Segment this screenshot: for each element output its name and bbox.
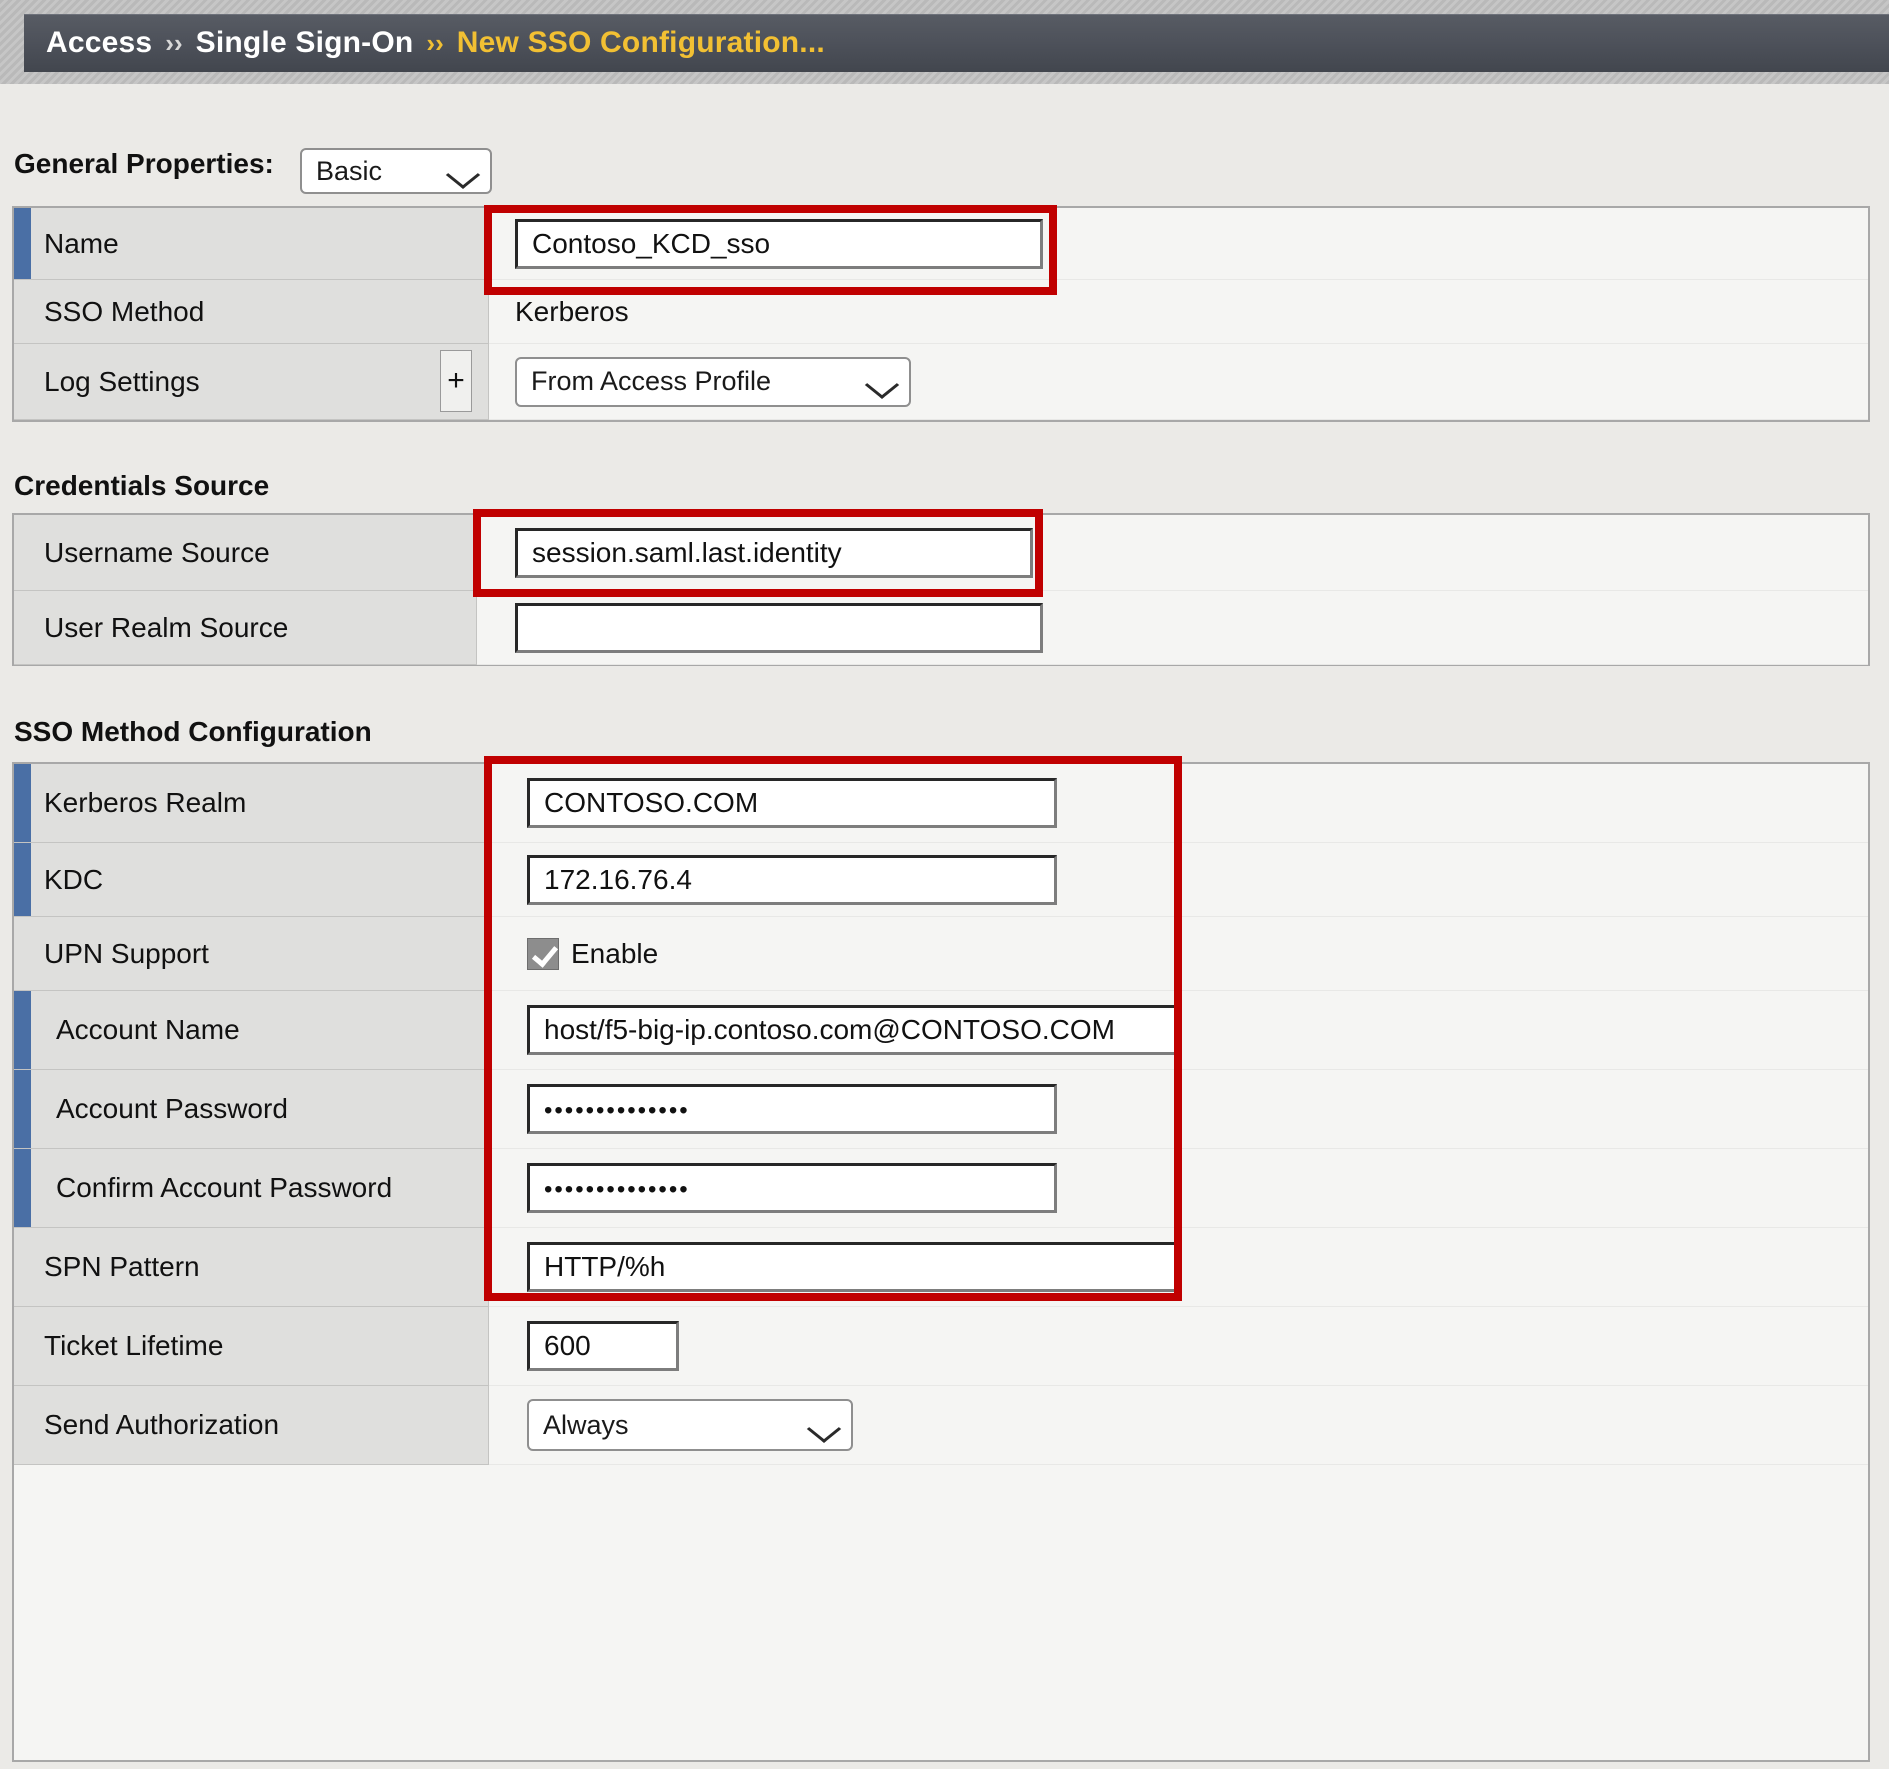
label-cell-account-name: Account Name xyxy=(14,991,489,1070)
value-cell-kerberos-realm: CONTOSO.COM xyxy=(489,764,1868,843)
sso-method-configuration-heading: SSO Method Configuration xyxy=(14,716,372,748)
label-cell-sso-method: SSO Method xyxy=(14,280,489,344)
label-cell-send-authorization: Send Authorization xyxy=(14,1386,489,1465)
breadcrumb-separator-1: ›› xyxy=(165,27,183,58)
confirm-account-password-label: Confirm Account Password xyxy=(56,1172,393,1203)
log-settings-select[interactable]: From Access Profile xyxy=(515,356,911,407)
table-row-sso-method: SSO Method Kerberos xyxy=(14,280,1868,344)
table-row-log-settings: Log Settings + From Access Profile xyxy=(14,344,1868,420)
value-cell-spn-pattern: HTTP/%h xyxy=(489,1228,1868,1307)
general-properties-view-value: Basic xyxy=(316,155,383,186)
breadcrumb-separator-2: ›› xyxy=(426,27,444,58)
table-row-user-realm-source: User Realm Source xyxy=(14,591,1868,665)
sso-method-label: SSO Method xyxy=(44,295,205,327)
value-cell-name: Contoso_KCD_sso xyxy=(489,208,1868,280)
value-cell-user-realm-source xyxy=(477,591,1868,665)
value-cell-account-password: •••••••••••••• xyxy=(489,1070,1868,1149)
table-row-upn-support: UPN Support Enable xyxy=(14,917,1868,991)
titlebar-background: Access ›› Single Sign-On ›› New SSO Conf… xyxy=(0,0,1889,84)
credentials-source-label: Credentials Source xyxy=(14,470,270,501)
breadcrumb-item-access[interactable]: Access xyxy=(46,26,152,60)
value-cell-send-authorization: Always xyxy=(489,1386,1868,1465)
general-properties-table: Name Contoso_KCD_sso SSO Method Kerberos… xyxy=(12,206,1870,422)
breadcrumb-item-new-sso-configuration: New SSO Configuration... xyxy=(456,26,825,59)
name-input[interactable]: Contoso_KCD_sso xyxy=(515,218,1043,269)
label-cell-user-realm-source: User Realm Source xyxy=(14,591,477,665)
account-password-label: Account Password xyxy=(56,1093,288,1124)
kdc-input[interactable]: 172.16.76.4 xyxy=(527,854,1057,905)
chevron-down-icon xyxy=(450,164,476,179)
general-properties-heading: General Properties: xyxy=(14,148,274,180)
general-properties-view-select[interactable]: Basic xyxy=(300,148,492,194)
breadcrumb-item-single-sign-on[interactable]: Single Sign-On xyxy=(196,26,414,60)
spn-pattern-input[interactable]: HTTP/%h xyxy=(527,1242,1179,1292)
confirm-account-password-input[interactable]: •••••••••••••• xyxy=(527,1163,1057,1213)
table-row-kerberos-realm: Kerberos Realm CONTOSO.COM xyxy=(14,764,1868,843)
label-cell-log-settings: Log Settings + xyxy=(14,344,489,420)
user-realm-source-label: User Realm Source xyxy=(44,611,289,643)
table-row-spn-pattern: SPN Pattern HTTP/%h xyxy=(14,1228,1868,1307)
upn-support-enable-label: Enable xyxy=(571,937,659,969)
send-authorization-select[interactable]: Always xyxy=(527,1399,853,1451)
table-row-username-source: Username Source session.saml.last.identi… xyxy=(14,515,1868,591)
label-cell-ticket-lifetime: Ticket Lifetime xyxy=(14,1307,489,1386)
label-cell-username-source: Username Source xyxy=(14,515,477,591)
username-source-input[interactable]: session.saml.last.identity xyxy=(515,527,1033,578)
chevron-down-icon xyxy=(869,374,895,389)
breadcrumb: Access ›› Single Sign-On ›› New SSO Conf… xyxy=(24,14,1889,72)
username-source-label: Username Source xyxy=(44,536,270,568)
value-cell-username-source: session.saml.last.identity xyxy=(477,515,1868,591)
credentials-source-table: Username Source session.saml.last.identi… xyxy=(12,513,1870,666)
name-label: Name xyxy=(44,227,119,259)
send-authorization-value: Always xyxy=(543,1409,629,1440)
send-authorization-label: Send Authorization xyxy=(44,1409,280,1440)
table-row-account-password: Account Password •••••••••••••• xyxy=(14,1070,1868,1149)
upn-support-label: UPN Support xyxy=(44,937,209,969)
upn-support-checkbox-wrap[interactable]: Enable xyxy=(527,937,659,970)
chevron-down-icon xyxy=(811,1418,837,1433)
table-row-name: Name Contoso_KCD_sso xyxy=(14,208,1868,280)
table-row-account-name: Account Name host/f5-big-ip.contoso.com@… xyxy=(14,991,1868,1070)
sso-method-value: Kerberos xyxy=(515,295,629,327)
label-cell-confirm-account-password: Confirm Account Password xyxy=(14,1149,489,1228)
sso-method-configuration-label: SSO Method Configuration xyxy=(14,716,372,747)
account-password-input[interactable]: •••••••••••••• xyxy=(527,1084,1057,1134)
ticket-lifetime-input[interactable]: 600 xyxy=(527,1321,679,1371)
credentials-source-heading: Credentials Source xyxy=(14,470,269,502)
label-cell-account-password: Account Password xyxy=(14,1070,489,1149)
table-row-send-authorization: Send Authorization Always xyxy=(14,1386,1868,1465)
spn-pattern-label: SPN Pattern xyxy=(44,1251,200,1282)
kerberos-realm-label: Kerberos Realm xyxy=(44,787,247,818)
value-cell-ticket-lifetime: 600 xyxy=(489,1307,1868,1386)
label-cell-name: Name xyxy=(14,208,489,280)
log-settings-value: From Access Profile xyxy=(531,366,772,396)
ticket-lifetime-label: Ticket Lifetime xyxy=(44,1330,224,1361)
label-cell-kerberos-realm: Kerberos Realm xyxy=(14,764,489,843)
label-cell-spn-pattern: SPN Pattern xyxy=(14,1228,489,1307)
kerberos-realm-input[interactable]: CONTOSO.COM xyxy=(527,778,1057,828)
value-cell-upn-support: Enable xyxy=(489,917,1868,991)
user-realm-source-input[interactable] xyxy=(515,602,1043,653)
log-settings-label: Log Settings xyxy=(44,365,200,397)
value-cell-log-settings: From Access Profile xyxy=(489,344,1868,420)
sso-method-configuration-table: Kerberos Realm CONTOSO.COM KDC 172.16.76… xyxy=(12,762,1870,1762)
label-cell-upn-support: UPN Support xyxy=(14,917,489,991)
table-row-ticket-lifetime: Ticket Lifetime 600 xyxy=(14,1307,1868,1386)
log-settings-add-button[interactable]: + xyxy=(440,350,472,412)
upn-support-checkbox[interactable] xyxy=(527,937,559,970)
label-cell-kdc: KDC xyxy=(14,843,489,917)
value-cell-kdc: 172.16.76.4 xyxy=(489,843,1868,917)
general-properties-label: General Properties: xyxy=(14,148,274,179)
table-row-confirm-account-password: Confirm Account Password •••••••••••••• xyxy=(14,1149,1868,1228)
account-name-input[interactable]: host/f5-big-ip.contoso.com@CONTOSO.COM xyxy=(527,1005,1182,1055)
kdc-label: KDC xyxy=(44,863,104,895)
table-row-kdc: KDC 172.16.76.4 xyxy=(14,843,1868,917)
account-name-label: Account Name xyxy=(56,1014,240,1045)
value-cell-account-name: host/f5-big-ip.contoso.com@CONTOSO.COM xyxy=(489,991,1868,1070)
value-cell-confirm-account-password: •••••••••••••• xyxy=(489,1149,1868,1228)
value-cell-sso-method: Kerberos xyxy=(489,280,1868,344)
